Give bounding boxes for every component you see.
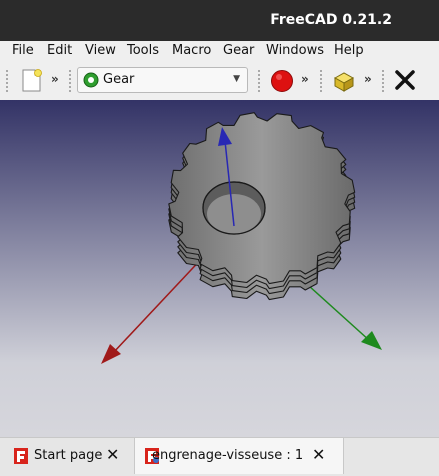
- tab-close-button[interactable]: ✕: [106, 445, 119, 464]
- tab-label: Start page: [34, 448, 103, 463]
- toolbar-grip[interactable]: [320, 70, 326, 92]
- menu-macro[interactable]: Macro: [172, 43, 211, 58]
- menu-edit[interactable]: Edit: [47, 43, 72, 58]
- menu-view[interactable]: View: [85, 43, 116, 58]
- toolbar-overflow-3[interactable]: »: [364, 72, 372, 86]
- document-tab-bar: Start page ✕ engrenage-visseuse : 1 ✕: [0, 437, 439, 476]
- workbench-label: Gear: [103, 72, 135, 87]
- freecad-logo-icon: [14, 448, 28, 464]
- toolbar: » Gear ▼ » »: [0, 61, 439, 101]
- toolbar-grip[interactable]: [69, 70, 75, 92]
- 3d-scene: [101, 112, 382, 364]
- menu-help[interactable]: Help: [334, 43, 364, 58]
- tab-label: engrenage-visseuse : 1: [152, 448, 304, 463]
- tab-engrenage-visseuse[interactable]: engrenage-visseuse : 1 ✕: [134, 438, 344, 474]
- toolbar-overflow-2[interactable]: »: [301, 72, 309, 86]
- gear-workbench-icon: [83, 72, 99, 88]
- gear-model: [168, 112, 356, 301]
- record-macro-icon[interactable]: [270, 69, 294, 93]
- workbench-selector[interactable]: Gear ▼: [77, 67, 248, 93]
- window-title: FreeCAD 0.21.2: [270, 12, 392, 28]
- title-bar: FreeCAD 0.21.2: [0, 0, 439, 41]
- chevron-down-icon: ▼: [233, 74, 240, 84]
- toolbar-grip[interactable]: [382, 70, 388, 92]
- menu-windows[interactable]: Windows: [266, 43, 324, 58]
- new-document-icon[interactable]: [21, 69, 43, 93]
- tab-close-button[interactable]: ✕: [312, 445, 325, 464]
- menu-file[interactable]: File: [12, 43, 34, 58]
- menu-bar: File Edit View Tools Macro Gear Windows …: [0, 41, 439, 61]
- tab-start-page[interactable]: Start page ✕: [2, 438, 130, 474]
- part-box-icon[interactable]: [332, 69, 356, 93]
- toolbar-overflow-1[interactable]: »: [51, 72, 59, 86]
- menu-gear[interactable]: Gear: [223, 43, 254, 58]
- 3d-viewport[interactable]: [0, 100, 439, 437]
- toolbar-grip[interactable]: [258, 70, 264, 92]
- toolbar-grip[interactable]: [6, 70, 12, 92]
- menu-tools[interactable]: Tools: [127, 43, 159, 58]
- close-icon[interactable]: [394, 69, 416, 91]
